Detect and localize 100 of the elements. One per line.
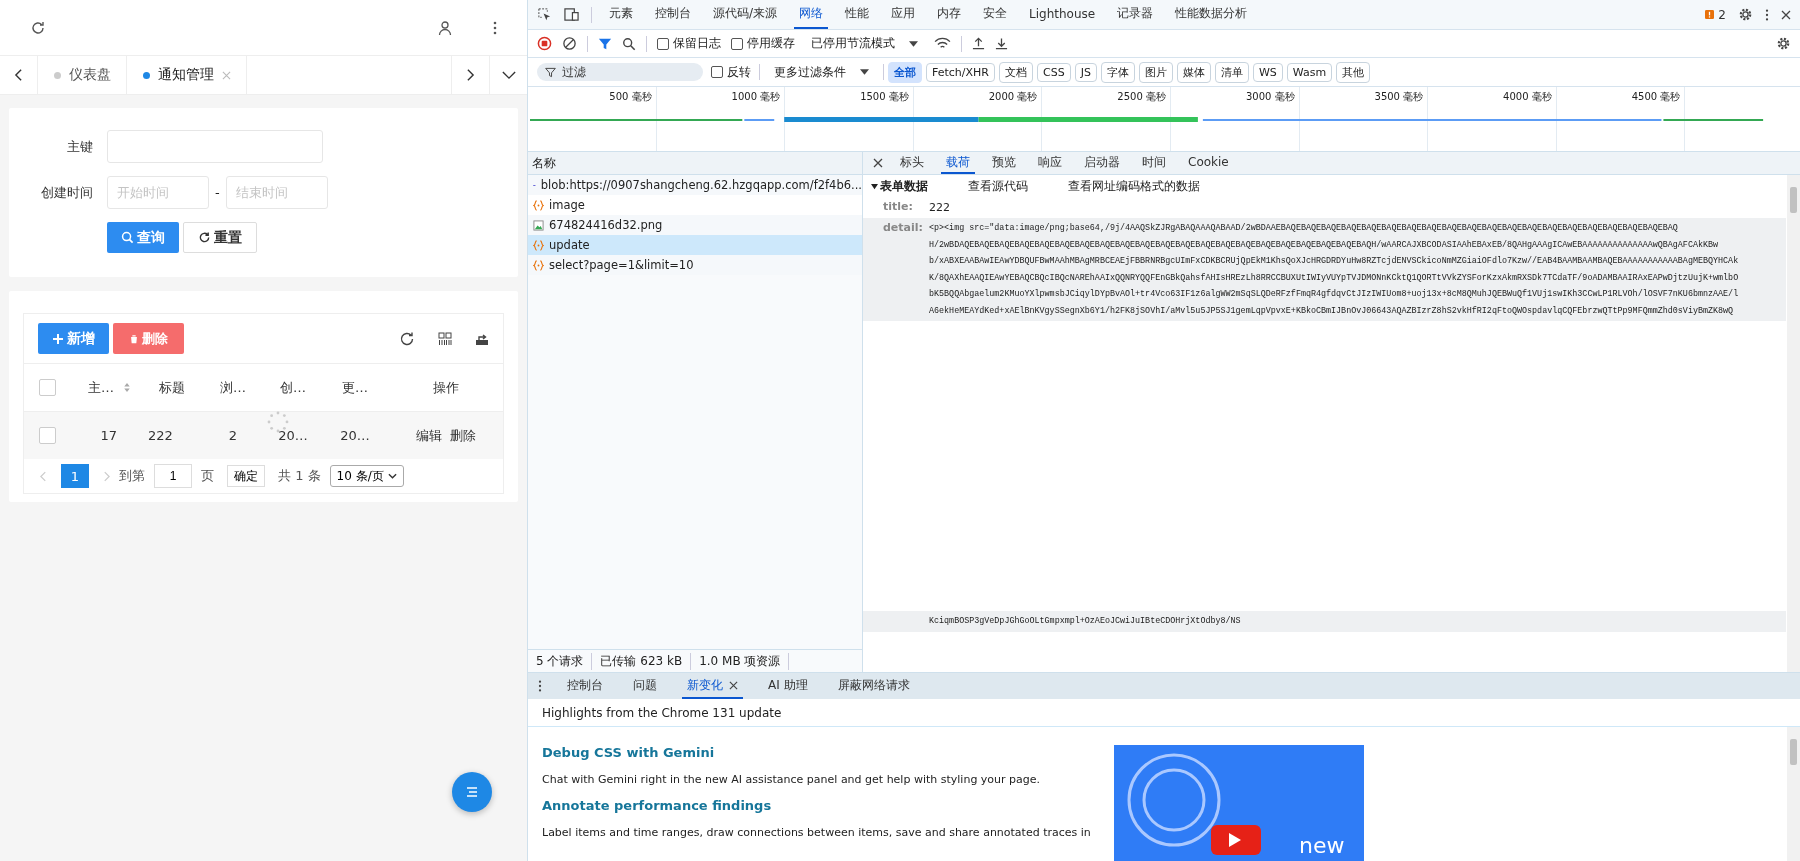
invert-checkbox[interactable]: 反转 xyxy=(711,63,751,81)
scrollbar[interactable] xyxy=(1787,727,1800,861)
drawer-tab[interactable]: AI 助理 xyxy=(763,673,813,699)
throttling-dropdown[interactable]: 已停用节流模式 xyxy=(805,34,924,53)
request-row[interactable]: update xyxy=(528,235,862,255)
stop-recording-icon[interactable] xyxy=(537,36,552,51)
type-filter-chip[interactable]: JS xyxy=(1074,62,1097,82)
reset-button[interactable]: 重置 xyxy=(183,222,257,253)
type-filter-chip[interactable]: 图片 xyxy=(1138,61,1173,83)
column-header: 标题 xyxy=(159,378,185,397)
select-all-checkbox[interactable] xyxy=(39,379,56,396)
view-url-encoded-link[interactable]: 查看网址编码格式的数据 xyxy=(1068,177,1200,195)
page-tab[interactable]: 通知管理 xyxy=(158,66,214,84)
scrollbar[interactable] xyxy=(1787,175,1800,672)
floating-menu-button[interactable] xyxy=(452,772,492,812)
download-icon[interactable] xyxy=(995,37,1008,50)
type-filter-chip[interactable]: CSS xyxy=(1037,62,1071,82)
panel-tab[interactable]: 源代码/来源 xyxy=(708,0,783,29)
search-icon xyxy=(121,231,134,244)
more-filters-dropdown[interactable]: 更多过滤条件 xyxy=(768,62,875,82)
close-icon[interactable] xyxy=(873,158,883,168)
type-filter-chip[interactable]: 文档 xyxy=(999,61,1033,83)
wifi-settings-icon[interactable] xyxy=(934,37,951,50)
clear-icon[interactable] xyxy=(562,36,577,51)
more-icon[interactable] xyxy=(538,679,542,693)
page-size-select[interactable]: 10 条/页 xyxy=(329,465,404,487)
type-filter-chip[interactable]: WS xyxy=(1252,62,1283,82)
drawer-tab[interactable]: 新变化 xyxy=(682,673,743,699)
name-column-header: 名称 xyxy=(528,152,862,175)
drawer-tab[interactable]: 屏蔽网络请求 xyxy=(832,673,915,699)
table-cell-text: 20… xyxy=(339,428,371,443)
panel-tab[interactable]: 性能数据分析 xyxy=(1170,0,1253,29)
toolbar-checkbox[interactable]: 停用缓存 xyxy=(731,35,795,52)
video-caption: new xyxy=(1299,833,1345,858)
detail-tab[interactable]: 载荷 xyxy=(941,152,975,174)
braces-icon xyxy=(533,199,544,211)
refresh-icon[interactable] xyxy=(399,330,415,347)
panel-tab[interactable]: 网络 xyxy=(794,0,829,29)
end-time-input[interactable]: 结束时间 xyxy=(225,176,328,209)
detail-tab[interactable]: 标头 xyxy=(895,152,929,174)
detail-tab[interactable]: 启动器 xyxy=(1079,152,1125,174)
braces-icon xyxy=(533,259,544,271)
drawer-tab[interactable]: 控制台 xyxy=(562,673,608,699)
panel-tab[interactable]: 安全 xyxy=(978,0,1013,29)
type-filter-chip[interactable]: Fetch/XHR xyxy=(926,62,995,82)
row-action-link[interactable]: 编辑 xyxy=(416,426,442,445)
type-filter-chip[interactable]: 其他 xyxy=(1336,61,1371,83)
detail-tab[interactable]: 时间 xyxy=(1137,152,1171,174)
page-number-button[interactable]: 1 xyxy=(61,464,89,488)
close-icon[interactable] xyxy=(1781,9,1791,20)
issues-badge[interactable]: 2 xyxy=(1705,7,1726,22)
refresh-icon[interactable] xyxy=(30,19,46,36)
type-filter-chip[interactable]: 媒体 xyxy=(1176,61,1211,83)
detail-tab[interactable]: 响应 xyxy=(1033,152,1067,174)
detail-tab[interactable]: Cookie xyxy=(1183,152,1234,174)
play-button-icon[interactable] xyxy=(1211,825,1261,855)
primary-key-input[interactable] xyxy=(107,130,323,163)
field-value-line: b/xABXEAABAwIEAwYDBQUFBwMAAhMBAgMRBCEAEjFBBRNRBgcUImFxCDKBCRUjQpEkM1KhsQoXJcHRGDRDYuHw8RZTcjdENVSCkicoNmMZGiaiOFdlo7Kzw//EAB4BAAMBAAMBAQEBAAAAAAAAAAABAgMEBQYHCAk xyxy=(929,255,1739,268)
filter-icon[interactable] xyxy=(598,36,612,51)
view-source-link[interactable]: 查看源代码 xyxy=(968,177,1028,195)
panel-tab[interactable]: 内存 xyxy=(932,0,967,29)
panel-tab[interactable]: 性能 xyxy=(840,0,875,29)
more-icon[interactable] xyxy=(1765,7,1769,22)
page-tab[interactable]: 仪表盘 xyxy=(69,66,111,84)
row-action-link[interactable]: 删除 xyxy=(450,426,476,445)
type-filter-chip[interactable]: 清单 xyxy=(1214,61,1249,83)
upload-icon[interactable] xyxy=(972,37,985,50)
panel-tab[interactable]: 应用 xyxy=(886,0,921,29)
panel-tab[interactable]: Lighthouse xyxy=(1024,0,1101,29)
menu-icon xyxy=(464,784,480,800)
panel-tab[interactable]: 控制台 xyxy=(650,0,696,29)
panel-tab[interactable]: 元素 xyxy=(604,0,638,29)
detail-tab[interactable]: 预览 xyxy=(987,152,1021,174)
toolbar-checkbox[interactable]: 保留日志 xyxy=(657,35,721,52)
device-toolbar-icon[interactable] xyxy=(564,7,579,22)
confirm-button[interactable]: 确定 xyxy=(227,465,265,487)
page-input[interactable]: 1 xyxy=(154,464,192,488)
inspect-element-icon[interactable] xyxy=(537,7,552,22)
caret-icon xyxy=(909,40,918,47)
start-time-input[interactable]: 开始时间 xyxy=(107,176,209,209)
table-cell-text: 17 xyxy=(99,428,117,443)
image-file-icon xyxy=(533,219,544,231)
row-checkbox[interactable] xyxy=(39,427,56,444)
column-header: 创… xyxy=(280,378,306,397)
search-icon[interactable] xyxy=(622,36,636,51)
more-icon[interactable] xyxy=(493,19,497,36)
type-filter-chip[interactable]: 全部 xyxy=(888,61,922,83)
panel-tab[interactable]: 记录器 xyxy=(1112,0,1159,29)
type-filter-chip[interactable]: Wasm xyxy=(1286,62,1333,82)
close-icon[interactable] xyxy=(729,680,738,690)
settings-icon[interactable] xyxy=(1776,36,1791,51)
request-row[interactable]: image xyxy=(528,195,862,215)
type-filter-chip[interactable]: 字体 xyxy=(1100,61,1135,83)
user-icon[interactable] xyxy=(437,19,453,36)
columns-icon[interactable] xyxy=(438,331,452,346)
drawer-tab[interactable]: 问题 xyxy=(628,673,662,699)
video-thumbnail[interactable]: new xyxy=(1114,745,1364,861)
settings-icon[interactable] xyxy=(1738,7,1753,22)
filter-input[interactable]: 过滤 xyxy=(537,63,703,81)
section-toggle[interactable]: 表单数据 xyxy=(871,177,928,195)
